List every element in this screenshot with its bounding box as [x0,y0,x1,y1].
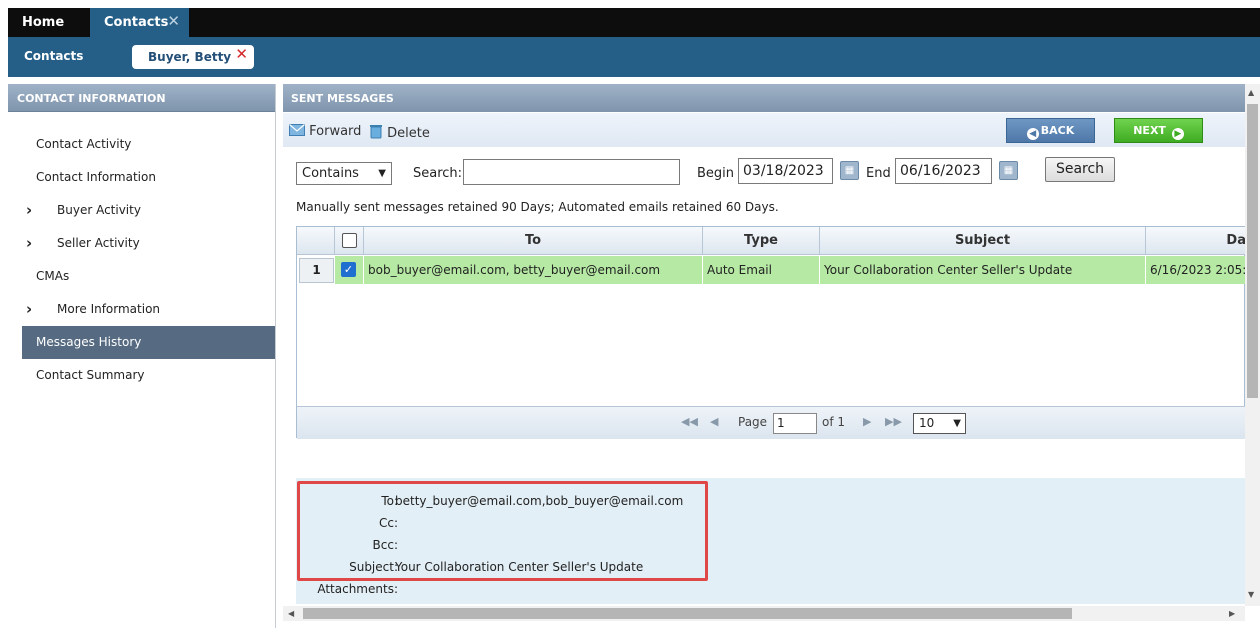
messages-grid: To Type Subject Da 1 ✓ bob_buyer@email.c… [296,226,1246,439]
horizontal-scrollbar[interactable]: ◀ ▶ [283,606,1245,621]
nav-item-messages-history[interactable]: Messages History [22,326,275,359]
tab-contacts-label: Contacts [104,15,169,30]
page-size-value: 10 [919,416,935,430]
rownum-header [297,227,335,254]
begin-label: Begin [697,166,735,181]
search-input[interactable] [463,159,680,185]
contact-information-header: CONTACT INFORMATION [8,84,275,112]
close-icon[interactable]: ✕ [167,7,180,36]
filter-row: Contains ▼ Search: Begin 03/18/2023 ▦ End… [296,157,1196,185]
contact-subbar: Contacts Buyer, Betty ✕ [8,37,1260,77]
chevron-down-icon: ▼ [953,418,961,429]
row-checkbox[interactable]: ✓ [341,262,356,277]
chevron-right-icon: › [26,234,33,252]
end-date-input[interactable]: 06/16/2023 [895,158,992,184]
next-page-icon[interactable]: ▶ [863,415,871,428]
chevron-down-icon: ▼ [378,168,386,179]
select-all-checkbox[interactable] [342,233,357,248]
nav-item-label: Contact Activity [36,137,132,151]
arrow-right-icon: ▶ [1171,128,1184,140]
left-nav: Contact Activity Contact Information › Bu… [22,128,275,392]
page-count-label: of 1 [822,415,846,429]
search-label: Search: [413,166,463,181]
column-subject[interactable]: Subject [820,227,1146,254]
contact-chip[interactable]: Buyer, Betty ✕ [132,45,254,69]
select-all-header [335,227,364,254]
page-label: Page [738,415,768,429]
tab-home[interactable]: Home [8,8,90,37]
match-mode-select[interactable]: Contains ▼ [296,162,392,185]
nav-item-label: Contact Summary [36,368,145,382]
vertical-scrollbar[interactable]: ▲ ▼ [1245,84,1260,606]
back-label: BACK [1040,124,1075,137]
page-input[interactable]: 1 [773,413,817,434]
nav-item-label: Messages History [36,335,142,349]
back-button[interactable]: ◀ BACK [1006,118,1095,143]
forward-label: Forward [309,124,362,139]
scroll-down-icon[interactable]: ▼ [1248,590,1254,599]
preview-attachments-row: Attachments: [296,578,696,600]
row-number: 1 [299,258,334,283]
left-panel: CONTACT INFORMATION Contact Activity Con… [8,84,276,628]
nav-item-label: CMAs [36,269,70,283]
chevron-right-icon: › [26,300,33,318]
calendar-icon[interactable]: ▦ [840,161,859,180]
page-size-select[interactable]: 10 ▼ [913,413,966,434]
top-tab-bar: Home Contacts ✕ [8,8,1260,37]
scroll-right-icon[interactable]: ▶ [1229,609,1235,618]
cell-to: bob_buyer@email.com, betty_buyer@email.c… [364,256,703,284]
tab-contacts[interactable]: Contacts ✕ [90,8,189,37]
nav-item-more-information[interactable]: › More Information [22,293,275,326]
grid-pager: ◀◀ ◀ Page 1 of 1 ▶ ▶▶ 10 ▼ [297,406,1246,439]
messages-toolbar: Forward Delete ◀ BACK NEXT ▶ [283,113,1245,147]
calendar-icon[interactable]: ▦ [999,161,1018,180]
row-select-cell: ✓ [335,256,364,284]
scroll-left-icon[interactable]: ◀ [288,609,294,618]
nav-item-buyer-activity[interactable]: › Buyer Activity [22,194,275,227]
next-label: NEXT [1133,124,1166,137]
last-page-icon[interactable]: ▶▶ [885,415,902,428]
begin-date-input[interactable]: 03/18/2023 [738,158,833,184]
nav-item-label: Seller Activity [57,236,140,250]
preview-attachments-label: Attachments: [317,582,398,596]
trash-icon [370,125,382,139]
horizontal-scroll-thumb[interactable] [303,608,1072,619]
close-icon[interactable]: ✕ [235,42,248,66]
cell-date: 6/16/2023 2:05: [1146,256,1246,284]
next-button[interactable]: NEXT ▶ [1114,118,1203,143]
cell-subject: Your Collaboration Center Seller's Updat… [820,256,1146,284]
arrow-left-icon: ◀ [1026,128,1039,140]
prev-page-icon[interactable]: ◀ [710,415,718,428]
retention-note: Manually sent messages retained 90 Days;… [296,200,779,214]
nav-item-seller-activity[interactable]: › Seller Activity [22,227,275,260]
delete-button[interactable]: Delete [369,124,430,141]
chevron-right-icon: › [26,201,33,219]
column-to[interactable]: To [364,227,703,254]
match-mode-value: Contains [302,166,359,181]
nav-item-label: More Information [57,302,161,316]
scroll-up-icon[interactable]: ▲ [1248,88,1254,97]
envelope-icon [289,124,305,136]
cell-type: Auto Email [703,256,820,284]
nav-item-contact-activity[interactable]: Contact Activity [22,128,275,161]
search-button[interactable]: Search [1045,157,1115,182]
nav-item-label: Contact Information [36,170,156,184]
grid-header: To Type Subject Da [297,227,1246,255]
nav-item-contact-summary[interactable]: Contact Summary [22,359,275,392]
table-row[interactable]: 1 ✓ bob_buyer@email.com, betty_buyer@ema… [297,256,1246,284]
nav-item-cmas[interactable]: CMAs [22,260,275,293]
column-date[interactable]: Da [1146,227,1246,254]
nav-item-contact-information[interactable]: Contact Information [22,161,275,194]
first-page-icon[interactable]: ◀◀ [681,415,698,428]
delete-label: Delete [387,126,430,141]
vertical-scroll-thumb[interactable] [1247,104,1258,398]
forward-button[interactable]: Forward [289,124,361,139]
sent-messages-header: SENT MESSAGES [283,84,1260,112]
highlight-box [297,481,708,581]
column-type[interactable]: Type [703,227,820,254]
contact-chip-label: Buyer, Betty [148,50,232,64]
nav-item-label: Buyer Activity [57,203,141,217]
subbar-label: Contacts [24,49,84,63]
end-label: End [866,166,891,181]
